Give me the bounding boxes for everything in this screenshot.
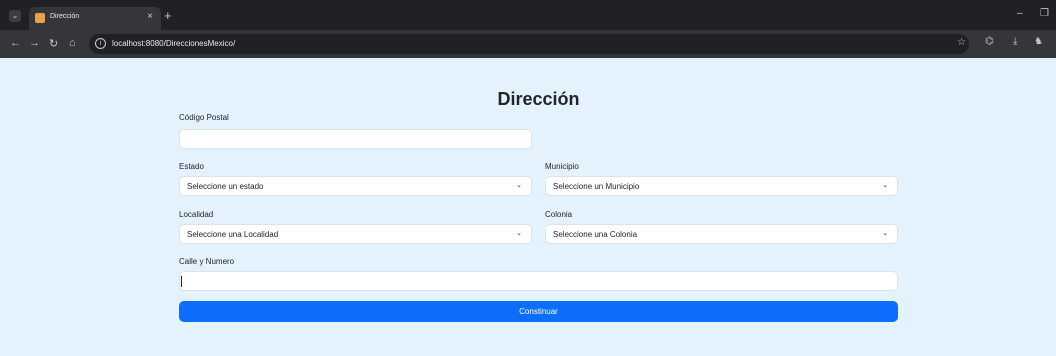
browser-tab-strip: ⌄ Dirección × + – ❐ xyxy=(0,0,1056,30)
browser-toolbar: ← → ↻ ⌂ i localhost:8080/DireccionesMexi… xyxy=(0,30,1056,58)
estado-selected: Seleccione un estado xyxy=(187,182,264,191)
localidad-label: Localidad xyxy=(179,210,214,219)
reload-icon[interactable]: ↻ xyxy=(49,37,58,50)
municipio-label: Municipio xyxy=(545,162,579,171)
extensions-icon[interactable]: ⌬ xyxy=(985,36,994,47)
chevron-down-icon: ⌄ xyxy=(882,182,888,189)
text-caret xyxy=(181,276,182,287)
tab-close-icon[interactable]: × xyxy=(147,11,153,22)
municipio-selected: Seleccione un Municipio xyxy=(553,182,640,191)
localidad-selected: Seleccione una Localidad xyxy=(187,230,279,239)
postal-code-label: Código Postal xyxy=(179,113,229,122)
calle-label: Calle y Numero xyxy=(179,257,235,266)
tab-search-icon[interactable]: ⌄ xyxy=(9,10,21,22)
browser-tab[interactable]: Dirección × xyxy=(29,7,161,30)
chevron-down-icon: ⌄ xyxy=(516,182,522,189)
estado-label: Estado xyxy=(179,162,204,171)
estado-select[interactable]: Seleccione un estado ⌄ xyxy=(179,176,532,196)
address-bar[interactable]: i localhost:8080/DireccionesMexico/ xyxy=(89,34,969,54)
home-icon[interactable]: ⌂ xyxy=(69,37,76,49)
url-text[interactable]: localhost:8080/DireccionesMexico/ xyxy=(112,39,235,48)
chevron-down-icon: ⌄ xyxy=(516,230,522,237)
restore-icon[interactable]: ❐ xyxy=(1040,8,1049,19)
forward-icon[interactable]: → xyxy=(29,37,40,49)
back-icon[interactable]: ← xyxy=(10,37,21,49)
bookmark-star-icon[interactable]: ☆ xyxy=(957,37,966,48)
localidad-select[interactable]: Seleccione una Localidad ⌄ xyxy=(179,224,532,244)
site-info-icon[interactable]: i xyxy=(95,38,106,49)
page-content: Dirección Código Postal Estado Seleccion… xyxy=(0,58,1056,356)
page-title: Dirección xyxy=(497,89,580,109)
calle-numero-input[interactable] xyxy=(179,271,898,291)
profile-icon[interactable]: ♞ xyxy=(1034,36,1043,47)
colonia-label: Colonia xyxy=(545,210,573,219)
download-icon[interactable]: ⤓ xyxy=(1013,36,1017,47)
colonia-select[interactable]: Seleccione una Colonia ⌄ xyxy=(545,224,898,244)
postal-code-input[interactable] xyxy=(179,129,532,149)
minimize-icon[interactable]: – xyxy=(1017,8,1023,19)
continue-button[interactable]: Constinuar xyxy=(179,301,898,322)
new-tab-button[interactable]: + xyxy=(164,8,172,23)
chevron-down-icon: ⌄ xyxy=(882,230,888,237)
tab-title: Dirección xyxy=(50,13,80,20)
municipio-select[interactable]: Seleccione un Municipio ⌄ xyxy=(545,176,898,196)
favicon-icon xyxy=(35,13,45,23)
colonia-selected: Seleccione una Colonia xyxy=(553,230,638,239)
